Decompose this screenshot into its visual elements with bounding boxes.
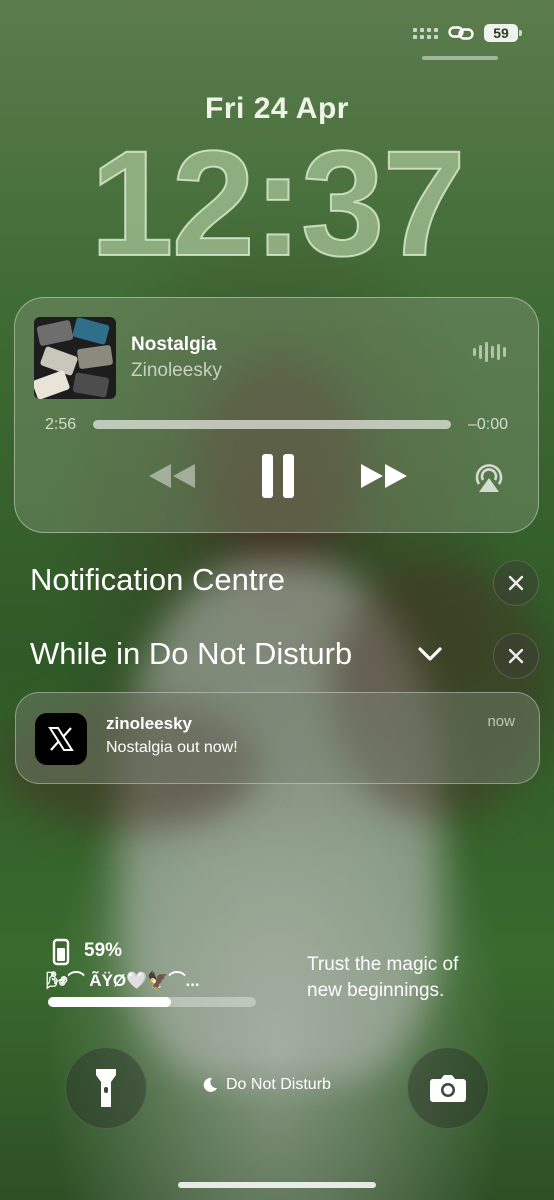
camera-icon [430, 1075, 466, 1102]
device-name: 🌬︎⌒ ÃŸØ🤍🦅⌒... [46, 971, 200, 990]
track-title: Nostalgia [131, 334, 217, 355]
notification-card[interactable]: zinoleesky Nostalgia out now! now [15, 692, 540, 784]
x-app-icon [35, 713, 87, 765]
now-playing-widget[interactable]: Nostalgia Zinoleesky 2:56 –0:00 [14, 297, 539, 533]
fast-forward-icon[interactable] [357, 458, 413, 494]
audio-waveform-icon [473, 342, 506, 362]
camera-button[interactable] [407, 1047, 489, 1129]
quote-line-1: Trust the magic of [307, 954, 459, 975]
home-indicator[interactable] [178, 1182, 376, 1188]
focus-mode-label: Do Not Disturb [226, 1076, 331, 1093]
chevron-down-icon[interactable] [417, 645, 443, 663]
control-centre-grabber[interactable] [422, 56, 498, 60]
clear-focus-group-button[interactable] [493, 633, 539, 679]
battery-icon: 59 [484, 24, 522, 42]
remaining-time: –0:00 [467, 416, 508, 433]
rewind-icon[interactable] [145, 458, 201, 494]
personal-hotspot-icon [448, 26, 474, 40]
signal-icon [413, 27, 438, 39]
flashlight-button[interactable] [65, 1047, 147, 1129]
battery-level-fill [48, 997, 171, 1007]
close-icon [508, 648, 524, 664]
notification-time: now [487, 713, 515, 730]
moon-icon [203, 1077, 217, 1092]
elapsed-time: 2:56 [45, 416, 77, 433]
notification-message: Nostalgia out now! [106, 739, 238, 756]
notification-sender: zinoleesky [106, 714, 192, 733]
pause-icon[interactable] [260, 452, 296, 500]
focus-mode-pill[interactable]: Do Not Disturb [202, 1076, 331, 1094]
playback-scrubber[interactable] [93, 420, 451, 429]
focus-group-title[interactable]: While in Do Not Disturb [30, 636, 352, 672]
clear-notification-centre-button[interactable] [493, 560, 539, 606]
close-icon [508, 575, 524, 591]
battery-level-bar [48, 997, 256, 1007]
battery-percent: 59% [84, 940, 123, 961]
album-artwork[interactable] [34, 317, 116, 399]
phone-icon [52, 938, 70, 966]
lock-time: 12:37 [89, 118, 467, 288]
track-artist: Zinoleesky [131, 360, 222, 381]
quote-widget[interactable]: Trust the magic of new beginnings. [307, 952, 458, 1004]
quote-line-2: new beginnings. [307, 980, 445, 1001]
notification-centre-title: Notification Centre [30, 562, 286, 597]
airplay-icon[interactable] [471, 458, 507, 494]
battery-level: 59 [493, 25, 509, 41]
playback-progress-fill [93, 420, 451, 429]
flashlight-icon [96, 1069, 116, 1107]
status-bar: 59 [413, 24, 522, 42]
